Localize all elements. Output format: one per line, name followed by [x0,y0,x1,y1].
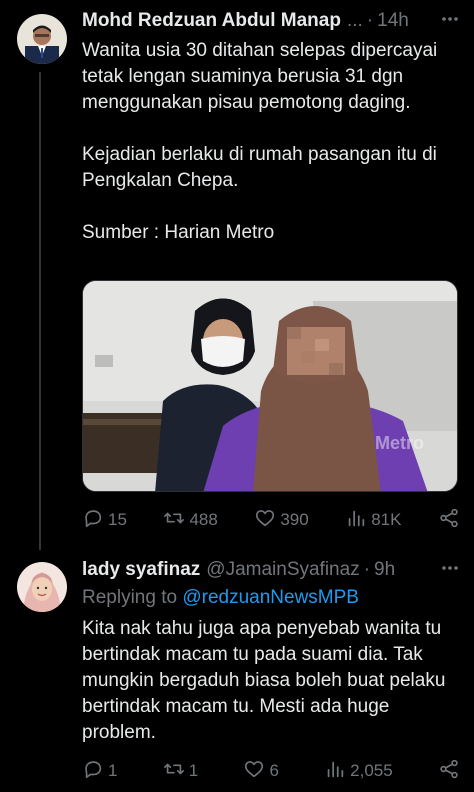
views-icon [345,507,367,534]
repost-icon [163,507,185,534]
tweet-photo[interactable]: Metro [82,280,458,492]
repost-button[interactable]: 488 [163,507,218,534]
like-icon [243,758,265,785]
share-button[interactable] [438,758,460,785]
tweet-paragraph: Kita nak tahu juga apa penyebab wanita t… [82,618,446,743]
photo-watermark: Metro [375,433,424,453]
more-icon[interactable] [440,558,460,583]
like-count: 390 [280,510,309,529]
like-button[interactable]: 390 [254,507,309,534]
like-button[interactable]: 6 [243,758,279,785]
like-icon [254,507,276,534]
tweet-header: lady syafinaz @JamainSyafinaz · 9h [82,558,460,582]
mention-link[interactable]: @redzuanNewsMPB [182,587,359,608]
reply-button[interactable]: 1 [82,758,117,785]
tweet-actions: 1 1 6 2,055 [82,759,460,783]
tweet-paragraph: Wanita usia 30 ditahan selepas dipercaya… [82,40,438,113]
tweet-header: Mohd Redzuan Abdul Manap ... · 14h [82,9,460,33]
tweet-actions: 15 488 390 81K [82,508,460,532]
views-count: 81K [371,510,402,529]
avatar[interactable] [17,562,67,612]
timestamp[interactable]: 9h [374,559,395,581]
avatar[interactable] [17,14,67,64]
timestamp[interactable]: 14h [377,10,409,32]
author-name[interactable]: lady syafinaz [82,559,200,581]
like-count: 6 [269,761,279,780]
repost-count: 1 [188,761,199,780]
author-handle[interactable]: ... [347,10,363,32]
tweet-text: Kita nak tahu juga apa penyebab wanita t… [82,616,460,746]
tweet-paragraph: Sumber : Harian Metro [82,222,275,243]
separator: · [366,10,374,31]
views-count: 2,055 [350,761,393,780]
share-icon [438,507,460,534]
views-button[interactable]: 2,055 [324,758,393,785]
separator: · [363,559,371,580]
tweet-1[interactable]: Mohd Redzuan Abdul Manap ... · 14h Wanit… [0,0,474,550]
repost-icon [163,758,185,785]
repost-button[interactable]: 1 [163,758,198,785]
replying-to: Replying to @redzuanNewsMPB [82,587,359,609]
author-name[interactable]: Mohd Redzuan Abdul Manap [82,10,341,32]
reply-count: 1 [108,761,118,780]
share-icon [438,758,460,785]
repost-count: 488 [189,510,218,529]
author-handle[interactable]: @JamainSyafinaz [206,559,359,581]
reply-icon [82,758,104,785]
tweet-text: Wanita usia 30 ditahan selepas dipercaya… [82,38,460,246]
views-button[interactable]: 81K [345,507,401,534]
reply-button[interactable]: 15 [82,507,127,534]
thread-line [39,72,41,550]
replying-label: Replying to [82,587,178,608]
tweet-paragraph: Kejadian berlaku di rumah pasangan itu d… [82,144,437,191]
views-icon [324,758,346,785]
share-button[interactable] [438,507,460,534]
more-icon[interactable] [440,9,460,34]
tweet-2[interactable]: lady syafinaz @JamainSyafinaz · 9h Reply… [0,545,474,792]
reply-icon [82,507,104,534]
reply-count: 15 [108,510,127,529]
